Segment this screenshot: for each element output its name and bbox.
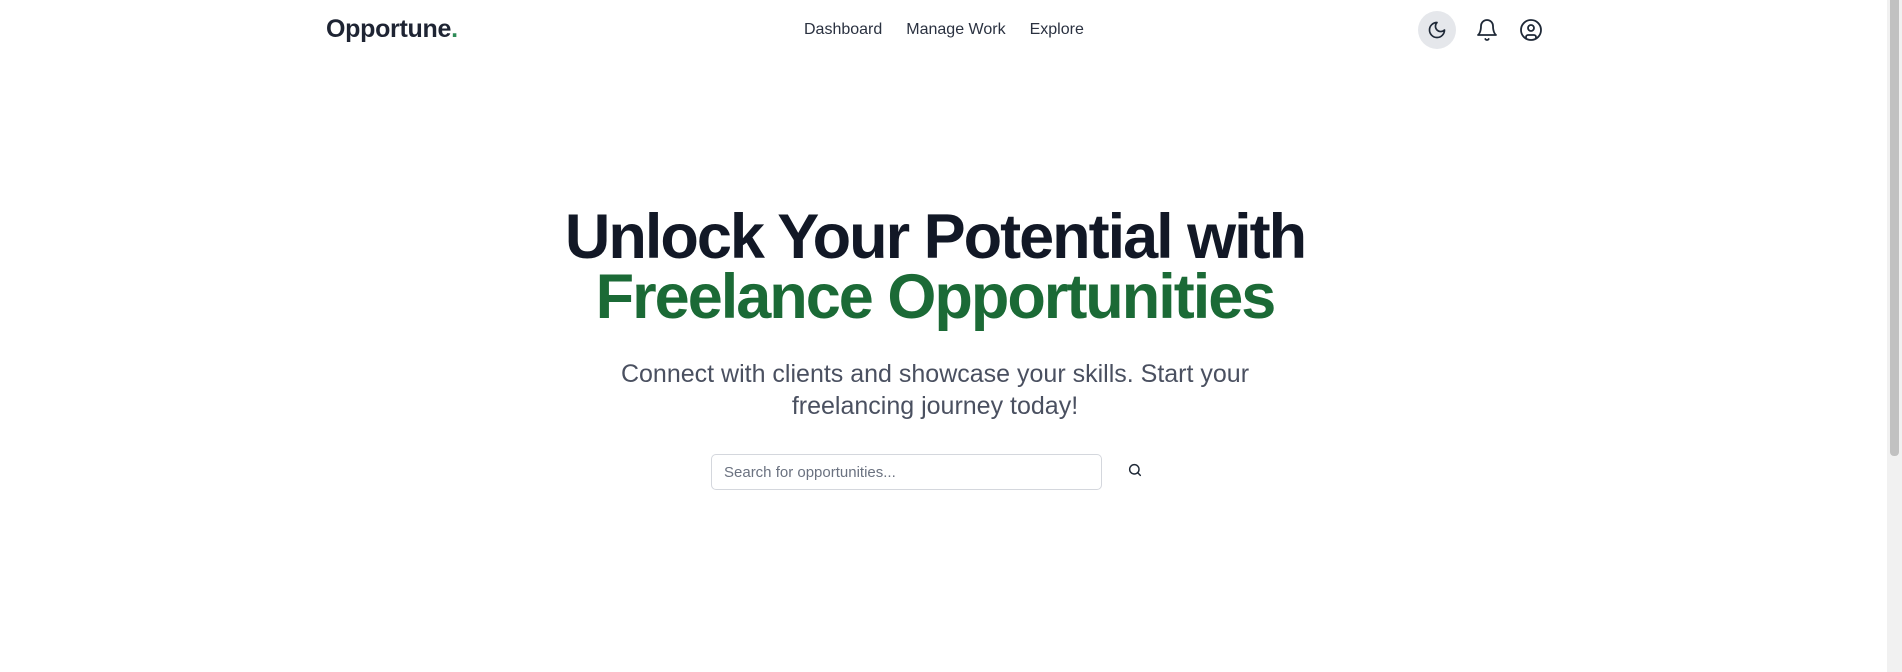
search-button[interactable] — [1120, 454, 1150, 490]
nav-explore[interactable]: Explore — [1030, 20, 1084, 40]
header-actions — [1418, 11, 1550, 49]
hero-title-line2: Freelance Opportunities — [595, 262, 1277, 332]
nav-manage-work[interactable]: Manage Work — [906, 20, 1005, 40]
hero-subtitle-line1: Connect with clients and showcase your s… — [620, 360, 1250, 388]
notifications-button[interactable] — [1468, 11, 1506, 49]
logo-text: Opportune — [326, 15, 452, 43]
main-nav: Dashboard Manage Work Explore — [804, 20, 1084, 40]
profile-button[interactable] — [1512, 11, 1550, 49]
hero-title-line1: Unlock Your Potential with — [564, 202, 1307, 272]
page-scrollbar[interactable] — [1887, 0, 1902, 672]
theme-toggle-button[interactable] — [1418, 11, 1456, 49]
user-circle-icon — [1519, 18, 1543, 42]
search-input[interactable] — [711, 454, 1102, 490]
hero-subtitle: Connect with clients and showcase your s… — [0, 358, 1870, 422]
moon-icon — [1427, 20, 1447, 40]
search-icon — [1127, 462, 1143, 483]
page: Opportune. Dashboard Manage Work Explore — [0, 0, 1902, 672]
bell-icon — [1475, 18, 1499, 42]
nav-dashboard[interactable]: Dashboard — [804, 20, 882, 40]
logo-dot: . — [451, 15, 458, 43]
logo[interactable]: Opportune. — [326, 13, 458, 45]
scrollbar-thumb[interactable] — [1890, 0, 1899, 456]
hero-subtitle-line2: freelancing journey today! — [791, 392, 1079, 420]
